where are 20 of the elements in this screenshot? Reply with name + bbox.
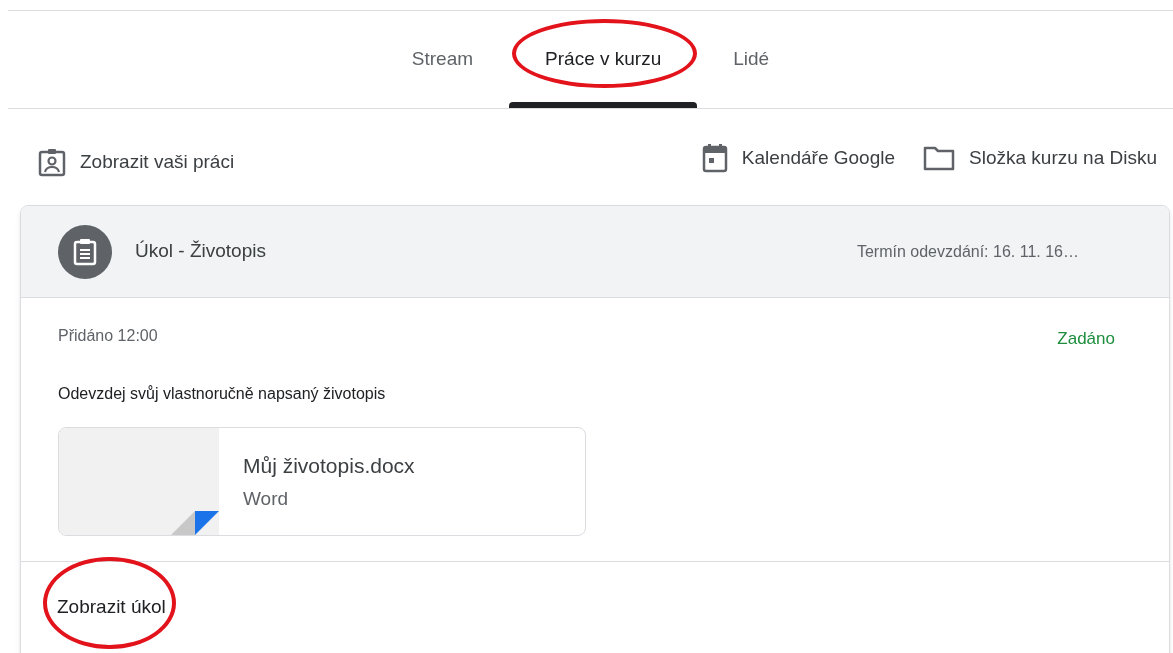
assignment-description: Odevzdej svůj vlastnoručně napsaný životopis — [58, 383, 387, 404]
card-header[interactable]: Úkol - Životopis Termín odevzdání: 16. 11. 16… — [21, 206, 1169, 298]
view-your-work-link[interactable]: Zobrazit vaši práci — [38, 147, 235, 177]
calendar-icon — [701, 143, 728, 173]
due-date: Termín odevzdání: 16. 11. 16… — [856, 241, 1079, 262]
folder-icon — [923, 145, 956, 171]
toolbar-link[interactable]: Složka kurzu na Disku — [923, 143, 1157, 173]
view-assignment-link[interactable]: Zobrazit úkol — [57, 592, 166, 621]
toolbar-link[interactable]: Kalendáře Google — [701, 143, 896, 173]
tab[interactable]: Stream — [375, 11, 510, 108]
attachment-type: Word — [243, 487, 290, 511]
person-badge-icon — [38, 147, 66, 177]
status-label: Zadáno — [1057, 328, 1115, 350]
attachment-name: Můj životopis.docx — [243, 452, 415, 479]
posted-time: Přidáno 12:00 — [58, 326, 158, 346]
assignment-icon — [58, 224, 112, 279]
tab[interactable]: Lidé — [697, 11, 806, 108]
assignment-title: Úkol - Životopis — [135, 239, 266, 264]
tab[interactable]: Práce v kurzu — [509, 11, 698, 108]
attachment-card[interactable]: Můj životopis.docx Word — [58, 426, 586, 536]
